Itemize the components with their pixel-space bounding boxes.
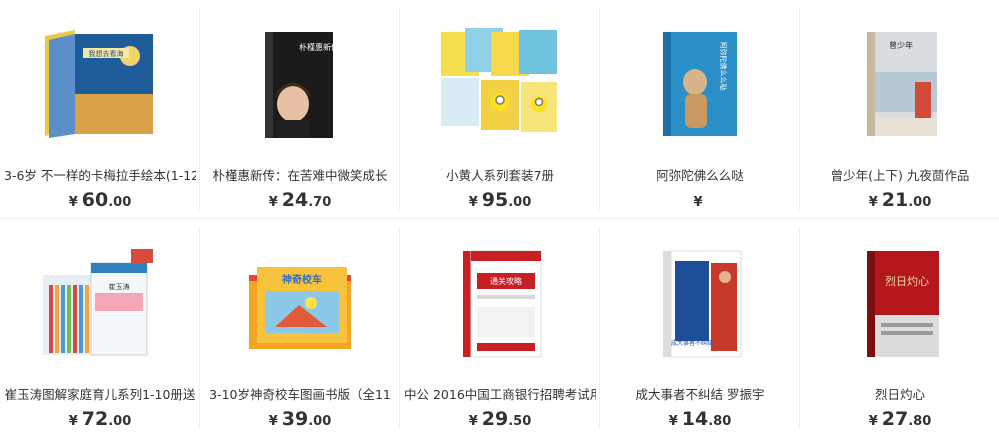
product-cover-image[interactable]: 曾少年: [800, 18, 999, 153]
product-title-link[interactable]: 崔玉涛图解家庭育儿系列1-10册送: [4, 384, 196, 404]
currency-symbol: ¥: [468, 195, 478, 210]
price-integer: 39: [281, 408, 309, 430]
product-cover-image[interactable]: 我想去看海: [0, 18, 200, 153]
product-card[interactable]: 阿弥陀佛么么哒 阿弥陀佛么么哒 ¥: [600, 0, 800, 218]
product-title-link[interactable]: 烈日灼心: [804, 384, 996, 404]
currency-symbol: ¥: [693, 195, 703, 210]
price-decimal: .00: [108, 195, 132, 210]
product-title-link[interactable]: 朴槿惠新传：在苦难中微笑成长: [204, 165, 396, 185]
currency-symbol: ¥: [68, 414, 78, 429]
product-price: ¥: [600, 186, 800, 217]
cover-title-text: 崔玉涛: [109, 282, 130, 291]
product-row: 我想去看海 3-6岁 不一样的卡梅拉手绘本(1-12 ¥60.00 朴槿惠新传: [0, 0, 999, 218]
price-decimal: .80: [708, 414, 732, 429]
price-decimal: .00: [308, 414, 332, 429]
currency-symbol: ¥: [668, 414, 678, 429]
price-integer: 60: [81, 189, 109, 211]
currency-symbol: ¥: [868, 414, 878, 429]
product-cover-image[interactable]: 神奇校车: [200, 237, 400, 372]
product-card[interactable]: 小黄人系列套装7册 ¥95.00: [400, 0, 600, 218]
price-decimal: .50: [508, 414, 532, 429]
product-price: ¥21.00: [800, 186, 999, 217]
price-decimal: .00: [508, 195, 532, 210]
product-card[interactable]: 通关攻略 中公 2016中国工商银行招聘考试用 ¥29.50: [400, 219, 600, 435]
cover-title-text: 朴槿惠新传: [299, 42, 339, 52]
product-card[interactable]: 成大事者不纠结 成大事者不纠结 罗振宇 ¥14.80: [600, 219, 800, 435]
product-cover-image[interactable]: 崔玉涛: [0, 237, 200, 372]
price-decimal: .70: [308, 195, 332, 210]
product-price: ¥14.80: [600, 405, 800, 435]
price-integer: 72: [81, 408, 109, 430]
price-integer: 24: [281, 189, 309, 211]
product-price: ¥24.70: [200, 186, 400, 217]
price-integer: 21: [881, 189, 909, 211]
cover-title-text: 神奇校车: [282, 273, 322, 286]
cover-title-text: 我想去看海: [89, 49, 124, 58]
product-cover-image[interactable]: 通关攻略: [400, 237, 600, 372]
price-decimal: .80: [908, 414, 932, 429]
product-card[interactable]: 崔玉涛 崔玉涛图解家庭育儿系列1-10册送 ¥72.00: [0, 219, 200, 435]
cover-title-text: 烈日灼心: [885, 274, 929, 288]
price-integer: 14: [681, 408, 709, 430]
product-price: ¥27.80: [800, 405, 999, 435]
price-decimal: .00: [908, 195, 932, 210]
cover-title-text: 曾少年: [889, 40, 913, 50]
product-grid: 我想去看海 3-6岁 不一样的卡梅拉手绘本(1-12 ¥60.00 朴槿惠新传: [0, 0, 999, 435]
product-price: ¥39.00: [200, 405, 400, 435]
product-title-link[interactable]: 3-6岁 不一样的卡梅拉手绘本(1-12: [4, 165, 196, 185]
product-card[interactable]: 我想去看海 3-6岁 不一样的卡梅拉手绘本(1-12 ¥60.00: [0, 0, 200, 218]
product-cover-image[interactable]: [400, 18, 600, 153]
currency-symbol: ¥: [468, 414, 478, 429]
product-cover-image[interactable]: 阿弥陀佛么么哒: [600, 18, 800, 153]
currency-symbol: ¥: [268, 195, 278, 210]
product-price: ¥60.00: [0, 186, 200, 217]
price-decimal: .00: [108, 414, 132, 429]
product-price: ¥29.50: [400, 405, 600, 435]
product-title-link[interactable]: 小黄人系列套装7册: [404, 165, 596, 185]
product-cover-image[interactable]: 烈日灼心: [800, 237, 999, 372]
currency-symbol: ¥: [68, 195, 78, 210]
cover-title-text: 通关攻略: [490, 276, 522, 286]
product-card[interactable]: 朴槿惠新传 朴槿惠新传：在苦难中微笑成长 ¥24.70: [200, 0, 400, 218]
product-row: 崔玉涛 崔玉涛图解家庭育儿系列1-10册送 ¥72.00 神奇校车 3-10岁神…: [0, 218, 999, 435]
product-card[interactable]: 神奇校车 3-10岁神奇校车图画书版（全11 ¥39.00: [200, 219, 400, 435]
product-card[interactable]: 曾少年 曾少年(上下) 九夜茴作品 ¥21.00: [800, 0, 999, 218]
product-title-link[interactable]: 中公 2016中国工商银行招聘考试用: [404, 384, 596, 404]
currency-symbol: ¥: [868, 195, 878, 210]
cover-title-text: 阿弥陀佛么么哒: [719, 41, 728, 90]
price-integer: 29: [481, 408, 509, 430]
cover-title-text: 成大事者不纠结: [671, 339, 713, 347]
product-cover-image[interactable]: 成大事者不纠结: [600, 237, 800, 372]
currency-symbol: ¥: [268, 414, 278, 429]
product-title-link[interactable]: 曾少年(上下) 九夜茴作品: [804, 165, 996, 185]
price-integer: 95: [481, 189, 509, 211]
product-title-link[interactable]: 3-10岁神奇校车图画书版（全11: [204, 384, 396, 404]
price-integer: 27: [881, 408, 909, 430]
product-title-link[interactable]: 成大事者不纠结 罗振宇: [604, 384, 796, 404]
product-price: ¥95.00: [400, 186, 600, 217]
product-price: ¥72.00: [0, 405, 200, 435]
product-cover-image[interactable]: 朴槿惠新传: [200, 18, 400, 153]
product-title-link[interactable]: 阿弥陀佛么么哒: [604, 165, 796, 185]
product-card[interactable]: 烈日灼心 烈日灼心 ¥27.80: [800, 219, 999, 435]
